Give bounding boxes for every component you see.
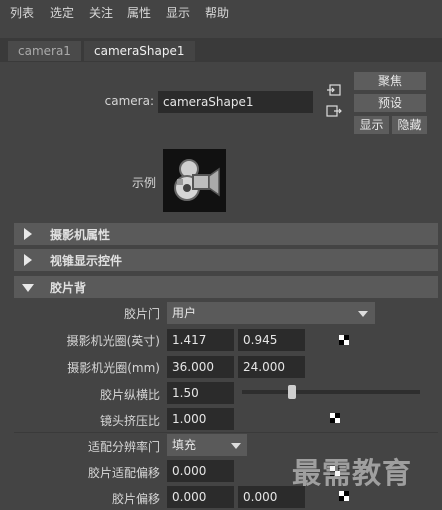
chevron-down-icon xyxy=(231,443,241,449)
film-offset-x-field[interactable]: 0.000 xyxy=(167,486,234,508)
film-gate-value: 用户 xyxy=(172,306,197,320)
collapsed-arrow-icon xyxy=(24,228,32,240)
focus-button[interactable]: 聚焦 xyxy=(354,72,426,90)
aperture-mm-label: 摄影机光圈(mm) xyxy=(67,361,160,375)
menu-bar: 列表 选定 关注 属性 显示 帮助 xyxy=(0,0,442,24)
camera-name-field[interactable]: cameraShape1 xyxy=(158,91,313,113)
lens-squeeze-label: 镜头挤压比 xyxy=(99,414,160,428)
section-frustum-display[interactable]: 视锥显示控件 xyxy=(14,249,438,271)
section-title: 胶片背 xyxy=(50,281,87,295)
camera-swatch-icon xyxy=(174,159,220,201)
section-film-back[interactable]: 胶片背 xyxy=(14,276,438,298)
show-button[interactable]: 显示 xyxy=(354,116,389,134)
map-texture-icon[interactable] xyxy=(330,413,340,423)
aperture-inch-height-field[interactable]: 0.945 xyxy=(238,329,305,351)
expanded-arrow-icon xyxy=(22,284,34,292)
map-texture-icon[interactable] xyxy=(339,335,349,345)
watermark: 最需教育 xyxy=(292,456,413,490)
aspect-ratio-label: 胶片纵横比 xyxy=(99,388,160,402)
film-fit-offset-label: 胶片适配偏移 xyxy=(87,466,160,480)
fit-resolution-gate-label: 适配分辨率门 xyxy=(87,440,160,454)
film-offset-label: 胶片偏移 xyxy=(111,492,160,506)
fit-resolution-gate-dropdown[interactable]: 填充 xyxy=(167,434,247,456)
chevron-down-icon xyxy=(358,311,368,317)
menu-item-list[interactable]: 列表 xyxy=(10,4,34,21)
film-fit-offset-field[interactable]: 0.000 xyxy=(167,460,234,482)
camera-thumbnail xyxy=(163,149,226,212)
divider xyxy=(14,432,438,433)
camera-label: camera: xyxy=(104,94,154,108)
tab-camera1[interactable]: camera1 xyxy=(8,41,81,61)
map-texture-icon[interactable] xyxy=(339,491,349,501)
input-connection-icon[interactable] xyxy=(326,83,342,97)
film-gate-dropdown[interactable]: 用户 xyxy=(167,302,375,324)
output-connection-icon[interactable] xyxy=(326,104,342,118)
film-gate-label: 胶片门 xyxy=(123,307,160,321)
aspect-ratio-field[interactable]: 1.50 xyxy=(167,382,234,404)
aperture-inch-width-field[interactable]: 1.417 xyxy=(167,329,234,351)
menu-item-show[interactable]: 显示 xyxy=(166,4,190,21)
sample-label: 示例 xyxy=(131,176,156,190)
aspect-ratio-slider-handle[interactable] xyxy=(287,385,296,399)
menu-item-focus[interactable]: 关注 xyxy=(89,4,113,21)
preset-button[interactable]: 预设 xyxy=(354,94,426,112)
menu-item-attributes[interactable]: 属性 xyxy=(127,4,151,21)
menu-item-select[interactable]: 选定 xyxy=(50,4,74,21)
section-title: 视锥显示控件 xyxy=(50,254,123,268)
aspect-ratio-slider-track[interactable] xyxy=(242,390,420,394)
hide-button[interactable]: 隐藏 xyxy=(392,116,427,134)
section-title: 摄影机属性 xyxy=(50,228,111,242)
collapsed-arrow-icon xyxy=(24,254,32,266)
lens-squeeze-field[interactable]: 1.000 xyxy=(167,408,234,430)
fit-resolution-gate-value: 填充 xyxy=(172,438,197,452)
aperture-inch-label: 摄影机光圈(英寸) xyxy=(66,334,160,348)
section-camera-attributes[interactable]: 摄影机属性 xyxy=(14,223,438,245)
aperture-mm-width-field[interactable]: 36.000 xyxy=(167,356,234,378)
aperture-mm-height-field[interactable]: 24.000 xyxy=(238,356,305,378)
tab-camerashape1[interactable]: cameraShape1 xyxy=(84,41,195,61)
menu-item-help[interactable]: 帮助 xyxy=(205,4,229,21)
